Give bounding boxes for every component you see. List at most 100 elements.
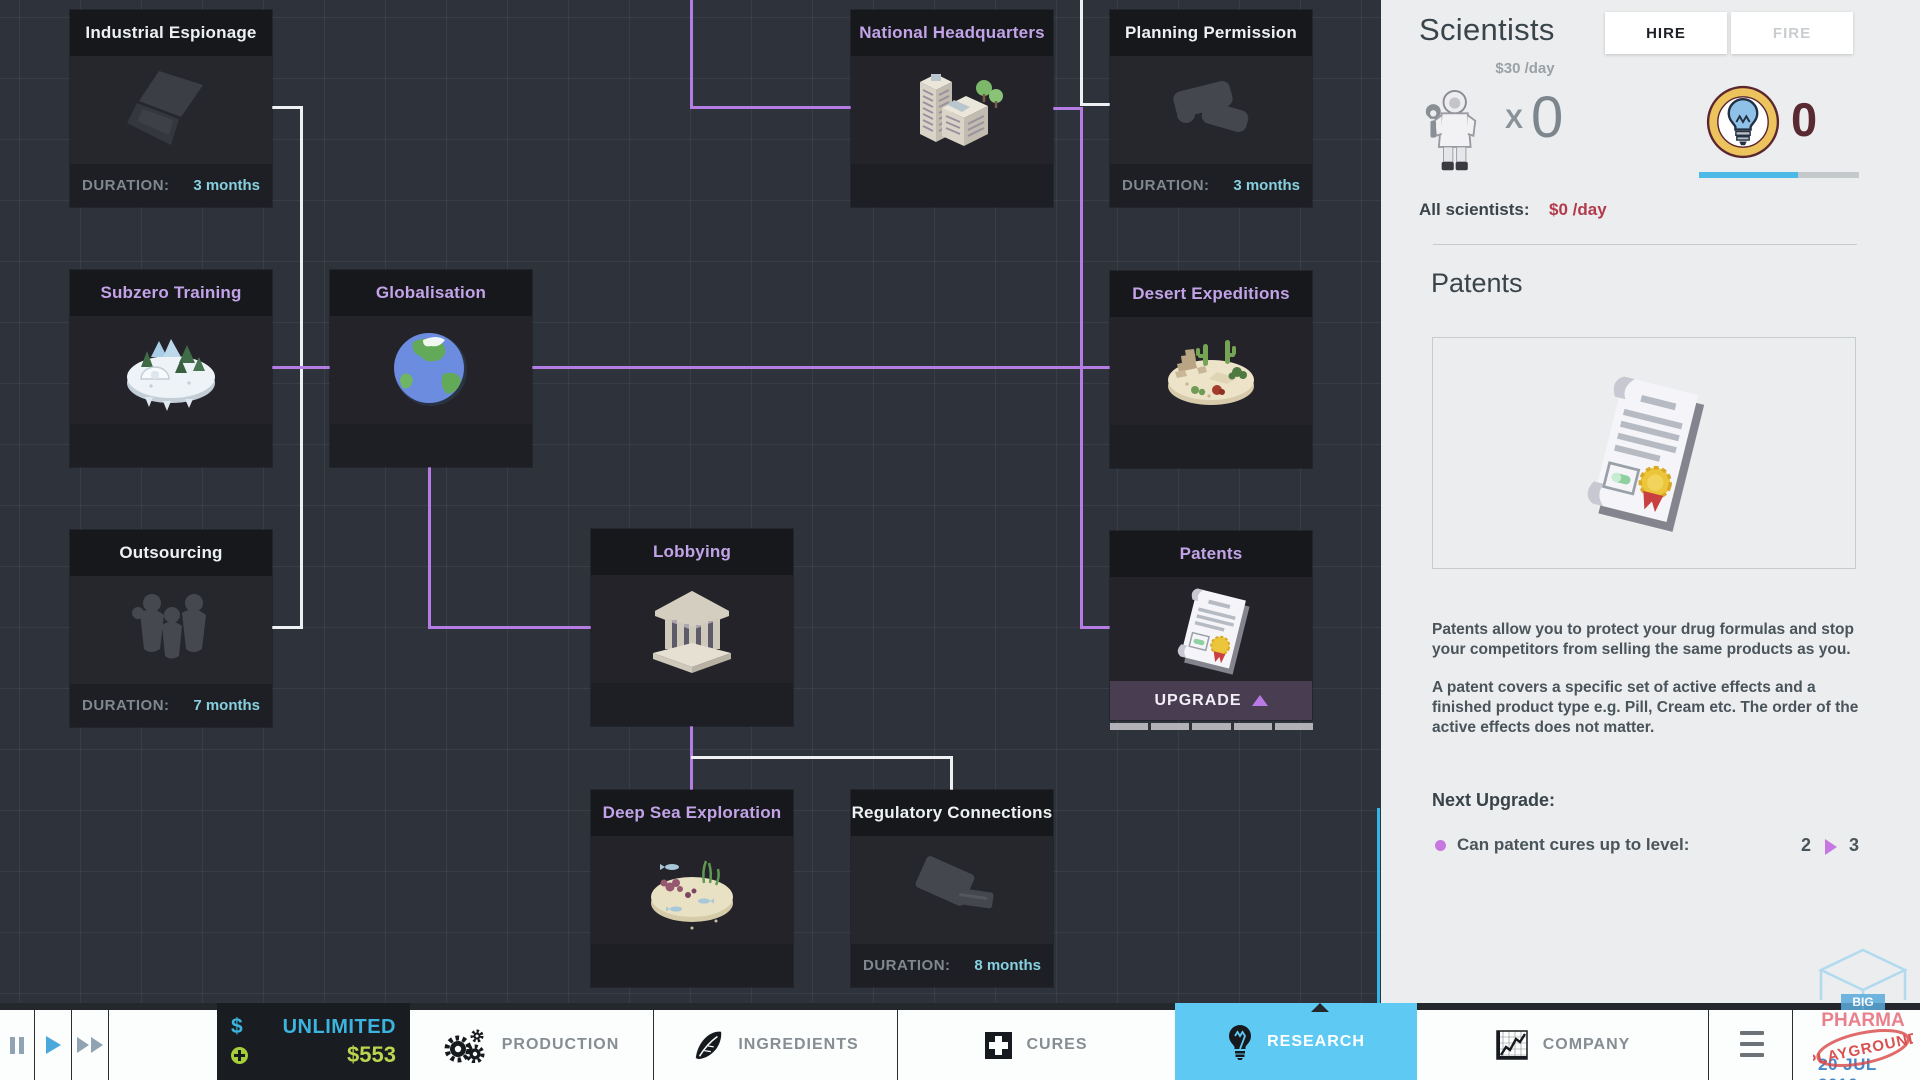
tree-connector-line (272, 106, 303, 109)
research-progress-fill (1699, 172, 1799, 178)
bullet-icon (1435, 840, 1446, 851)
workers-silhouette-icon (132, 594, 206, 659)
duration-value: 8 months (974, 957, 1041, 974)
upgrade-button[interactable]: UPGRADE (1110, 681, 1312, 720)
menu-button[interactable] (1740, 1031, 1764, 1057)
tab-research[interactable]: RESEARCH (1175, 1003, 1417, 1080)
pause-button[interactable] (0, 1010, 34, 1080)
research-node-title: Desert Expeditions (1110, 271, 1312, 317)
fast-forward-button[interactable] (72, 1010, 108, 1080)
scientist-icon (1425, 90, 1477, 171)
logo-text-top: BIG (1852, 995, 1873, 1009)
upgrade-current-value: 2 (1801, 835, 1812, 855)
logo-text-bottom: PHARMA (1821, 1010, 1905, 1031)
duration-value: 7 months (193, 697, 260, 714)
research-node-title: Industrial Espionage (70, 10, 272, 56)
research-node-subzero-training[interactable]: Subzero Training (70, 270, 272, 467)
tab-label: COMPANY (1542, 1036, 1631, 1053)
research-node-title: Lobbying (591, 529, 793, 575)
tab-cures[interactable]: CURES (898, 1010, 1175, 1080)
tree-connector-line (691, 756, 953, 759)
idea-bulb-icon (1706, 85, 1780, 159)
upgrade-arrow-icon (1825, 839, 1837, 855)
duration-label: DURATION: (863, 957, 951, 974)
pause-icon (10, 1036, 24, 1054)
patents-description-2: A patent covers a specific set of active… (1432, 678, 1859, 736)
tree-connector-line (272, 366, 330, 369)
bottom-bar: $ UNLIMITED $553 PRODUCTION INGREDIENTS … (0, 1003, 1920, 1080)
research-node-globalisation[interactable]: Globalisation (330, 270, 532, 467)
upgrade-next-value: 3 (1849, 835, 1860, 855)
fire-button[interactable]: FIRE (1731, 12, 1853, 54)
upgrade-arrow-icon (1251, 695, 1268, 706)
all-scientists-cost: $0 /day (1549, 200, 1607, 219)
headquarters-buildings-icon (920, 74, 1003, 146)
research-node-title: Subzero Training (70, 270, 272, 316)
fast-forward-icon (77, 1037, 103, 1053)
tree-connector-line (428, 626, 591, 629)
tab-label: CURES (1026, 1036, 1088, 1053)
research-node-regulatory-connections[interactable]: Regulatory Connections DURATION: 8 month… (851, 790, 1053, 987)
dollar-icon: $ (231, 1015, 243, 1038)
research-tree-canvas[interactable]: Industrial Espionage DURATION: 3 months … (0, 0, 1381, 1003)
tree-connector-line (1080, 103, 1110, 106)
upgrade-label: UPGRADE (1154, 691, 1242, 709)
divider (1433, 244, 1857, 245)
tree-connector-line (1080, 0, 1083, 104)
idea-count: 0 (1791, 93, 1818, 146)
research-node-patents[interactable]: Patents UPGRADE (1110, 531, 1312, 720)
money-status: UNLIMITED (282, 1015, 396, 1038)
tab-label: PRODUCTION (501, 1036, 620, 1053)
scientist-rate: $30 /day (1495, 60, 1555, 77)
courthouse-icon (653, 591, 731, 673)
patent-scroll-icon (1177, 588, 1250, 675)
research-node-title: National Headquarters (851, 10, 1053, 56)
tree-connector-line (690, 0, 693, 109)
permit-silhouette-icon (1173, 81, 1249, 133)
duration-label: DURATION: (82, 697, 170, 714)
research-node-title: Regulatory Connections (851, 790, 1053, 836)
research-node-lobbying[interactable]: Lobbying (591, 529, 793, 726)
next-upgrade-item: Can patent cures up to level: (1457, 835, 1690, 854)
tree-connector-line (532, 366, 1110, 369)
tab-company[interactable]: COMPANY (1417, 1010, 1708, 1080)
patent-scroll-illustration-icon (1587, 376, 1705, 532)
leaf-icon (696, 1031, 722, 1060)
duration-label: DURATION: (82, 177, 170, 194)
tree-connector-line (950, 756, 953, 790)
research-panel-link-line (1377, 808, 1380, 1003)
tree-connector-line (690, 719, 693, 790)
research-node-planning-permission[interactable]: Planning Permission DURATION: 3 months (1110, 10, 1312, 207)
cash-amount: $553 (347, 1042, 396, 1067)
tab-pointer-icon (1311, 1003, 1329, 1012)
research-node-national-headquarters[interactable]: National Headquarters (851, 10, 1053, 207)
play-button[interactable] (35, 1010, 71, 1080)
tab-ingredients[interactable]: INGREDIENTS (654, 1010, 897, 1080)
research-node-desert-expeditions[interactable]: Desert Expeditions (1110, 271, 1312, 468)
next-upgrade-label: Next Upgrade: (1432, 790, 1556, 810)
tree-connector-line (1080, 626, 1110, 629)
tab-label: INGREDIENTS (738, 1036, 859, 1053)
patent-upgrade-progress (1110, 723, 1314, 730)
research-node-title: Planning Permission (1110, 10, 1312, 56)
hire-button[interactable]: HIRE (1605, 12, 1727, 54)
tree-connector-line (690, 106, 851, 109)
tree-connector-line (1080, 107, 1083, 629)
laptop-silhouette-icon (127, 71, 203, 145)
scientist-count: 0 (1531, 85, 1564, 150)
patents-description-1: Patents allow you to protect your drug f… (1432, 620, 1854, 658)
research-node-deep-sea-exploration[interactable]: Deep Sea Exploration (591, 790, 793, 987)
research-node-title: Patents (1110, 531, 1312, 577)
research-node-outsourcing[interactable]: Outsourcing DURATION: 7 months (70, 530, 272, 727)
tree-connector-line (1053, 107, 1083, 110)
big-pharma-logo: BIG PHARMA PLAYGROUND (1805, 948, 1920, 1078)
duration-value: 3 months (1233, 177, 1300, 194)
tab-production[interactable]: PRODUCTION (410, 1010, 653, 1080)
research-bulb-icon (1229, 1024, 1252, 1060)
big-pharma-research-screen: Industrial Espionage DURATION: 3 months … (0, 0, 1920, 1080)
globe-icon (394, 333, 467, 406)
research-node-industrial-espionage[interactable]: Industrial Espionage DURATION: 3 months (70, 10, 272, 207)
patent-illustration-box (1432, 337, 1856, 569)
duration-label: DURATION: (1122, 177, 1210, 194)
research-node-title: Outsourcing (70, 530, 272, 576)
